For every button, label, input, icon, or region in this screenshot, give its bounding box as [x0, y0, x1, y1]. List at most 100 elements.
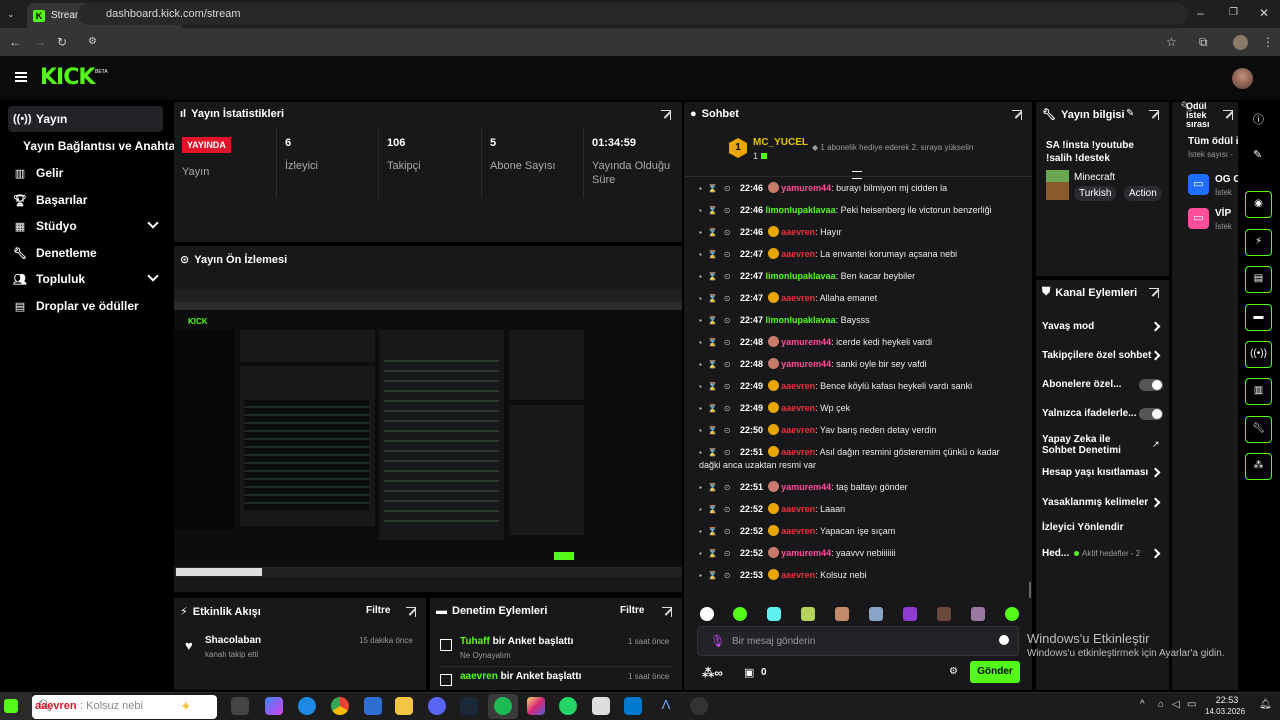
sidebar-item-studio[interactable]: ▦ Stüdyo — [8, 213, 163, 239]
spotify-icon[interactable] — [494, 697, 512, 715]
app-a-icon[interactable]: Λ — [657, 697, 675, 715]
emote-bird-icon[interactable] — [869, 607, 883, 621]
kick-logo[interactable]: KICK — [40, 65, 95, 91]
mod-tools-icon[interactable]: ▪⌛⊙ — [699, 446, 737, 459]
popout-icon[interactable] — [1223, 110, 1233, 120]
chat-username[interactable]: yamurem44 — [781, 482, 831, 492]
emote-cat-icon[interactable] — [767, 607, 781, 621]
stream-preview-video[interactable]: KICK — [174, 290, 682, 577]
sidebar-item-moderation[interactable]: 🔧︎ Denetleme — [8, 240, 163, 266]
chat-username[interactable]: aaevren — [781, 526, 815, 536]
forward-icon[interactable]: → — [34, 35, 46, 49]
mod-tools-icon[interactable]: ▪⌛⊙ — [699, 525, 737, 538]
mod-tools-icon[interactable]: ▪⌛⊙ — [699, 402, 737, 415]
browser-menu-icon[interactable]: ⋮ — [1262, 35, 1274, 49]
mod-tools-icon[interactable]: ▪⌛⊙ — [699, 336, 737, 349]
rail-camera-button[interactable]: ◉ — [1245, 191, 1272, 218]
emote-beard-icon[interactable] — [937, 607, 951, 621]
obs-icon[interactable] — [690, 697, 708, 715]
emote-face-icon[interactable] — [801, 607, 815, 621]
all-rewards-label[interactable]: Tüm ödül i — [1188, 136, 1238, 147]
gift-box-icon[interactable]: ▣ — [744, 666, 754, 679]
taskbar-search-box[interactable]: 🔍︎ aaevren : Kolsuz nebi ✦ — [32, 695, 217, 719]
taskbar-notification[interactable] — [0, 692, 32, 720]
hamburger-menu-icon[interactable] — [15, 72, 27, 82]
sidebar-item-drops[interactable]: ▤ Droplar ve ödüller — [8, 293, 163, 319]
task-view-icon[interactable] — [231, 697, 249, 715]
edge-icon[interactable] — [298, 697, 316, 715]
viewer-redirect-item[interactable]: İzleyici Yönlendir — [1042, 522, 1164, 533]
points-infinite-icon[interactable]: ⁂∞ — [702, 666, 723, 680]
rail-wrench-button[interactable]: 🔧︎ — [1245, 416, 1272, 443]
rail-bolt-button[interactable]: ⚡︎ — [1245, 229, 1272, 256]
mod-tools-icon[interactable]: ▪⌛⊙ — [699, 292, 737, 305]
chat-username[interactable]: aaevren — [781, 381, 815, 391]
close-window-icon[interactable]: ✕ — [1259, 6, 1269, 20]
reward-label[interactable]: VİP — [1215, 208, 1231, 219]
chat-username[interactable]: yamurem44 — [781, 359, 831, 369]
mod-tools-icon[interactable]: ▪⌛⊙ — [699, 569, 737, 582]
url-field[interactable]: dashboard.kick.com/stream — [78, 3, 1188, 25]
chat-username[interactable]: aaevren — [781, 403, 815, 413]
chat-username[interactable]: limonlupaklavaa — [766, 271, 836, 281]
tab-list-icon[interactable]: ⌄ — [7, 7, 15, 21]
reload-icon[interactable]: ↻ — [57, 35, 67, 49]
notepad-icon[interactable] — [592, 697, 610, 715]
slow-mode-item[interactable]: Yavaş mod — [1042, 321, 1164, 332]
popout-icon[interactable] — [1149, 288, 1159, 298]
mail-icon[interactable] — [364, 697, 382, 715]
mod-tools-icon[interactable]: ▪⌛⊙ — [699, 503, 737, 516]
chat-username[interactable]: yamurem44 — [781, 548, 831, 558]
reward-label[interactable]: OG C — [1215, 174, 1238, 185]
chat-username[interactable]: aaevren — [781, 293, 815, 303]
mod-tools-icon[interactable]: ▪⌛⊙ — [699, 380, 737, 393]
activity-user[interactable]: Shacolaban — [205, 635, 261, 646]
restore-icon[interactable]: ❐ — [1229, 6, 1238, 20]
chat-username[interactable]: aaevren — [781, 249, 815, 259]
rail-chat-button[interactable]: ▬ — [1245, 304, 1272, 331]
emote-green-icon[interactable] — [733, 607, 747, 621]
tray-network-icon[interactable]: ⌂ — [1158, 699, 1164, 710]
mod-user[interactable]: aaevren — [460, 671, 498, 682]
sidebar-item-revenue[interactable]: ▥ Gelir — [8, 160, 163, 186]
clock-date[interactable]: 14.03.2026 — [1205, 707, 1245, 716]
chat-username[interactable]: aaevren — [781, 447, 815, 457]
sidebar-item-achievements[interactable]: 🏆︎ Başarılar — [8, 187, 163, 213]
rail-moderation-button[interactable]: ▥ — [1245, 378, 1272, 405]
mod-tools-icon[interactable]: ▪⌛⊙ — [699, 424, 737, 437]
minimize-icon[interactable]: – — [1197, 6, 1204, 20]
mod-tools-icon[interactable]: ▪⌛⊙ — [699, 226, 737, 239]
mod-tools-icon[interactable]: ▪⌛⊙ — [699, 481, 737, 494]
filter-button[interactable]: Filtre — [366, 605, 390, 616]
pinned-user[interactable]: MC_YUCEL — [753, 137, 808, 148]
mod-user[interactable]: Tuhaff — [460, 636, 490, 647]
whatsapp-icon[interactable] — [559, 697, 577, 715]
emotes-only-toggle[interactable] — [1139, 408, 1163, 420]
steam-icon[interactable] — [460, 697, 478, 715]
bookmark-star-icon[interactable]: ☆ — [1166, 35, 1177, 49]
profile-avatar[interactable] — [1233, 35, 1248, 50]
tray-battery-icon[interactable]: ▭ — [1187, 699, 1196, 710]
rail-users-button[interactable]: ⁂ — [1245, 453, 1272, 480]
mod-tools-icon[interactable]: ▪⌛⊙ — [699, 204, 737, 217]
chat-username[interactable]: yamurem44 — [781, 183, 831, 193]
mod-tools-icon[interactable]: ▪⌛⊙ — [699, 314, 737, 327]
notifications-icon[interactable]: 🔔︎ — [1259, 699, 1272, 710]
followers-only-item[interactable]: Takipçilere özel sohbet — [1042, 350, 1164, 361]
mod-tools-icon[interactable]: ▪⌛⊙ — [699, 270, 737, 283]
clock-time[interactable]: 22:53 — [1212, 695, 1242, 705]
popout-icon[interactable] — [406, 607, 416, 617]
rail-broadcast-button[interactable]: ((•)) — [1245, 341, 1272, 368]
mod-tools-icon[interactable]: ▪⌛⊙ — [699, 248, 737, 261]
vscode-icon[interactable] — [624, 697, 642, 715]
chat-username[interactable]: limonlupaklavaa — [766, 205, 836, 215]
sidebar-item-community[interactable]: 👥︎ Topluluk — [8, 266, 163, 292]
tray-chevron-icon[interactable]: ^ — [1140, 699, 1145, 710]
edit-icon[interactable]: ✎ — [1126, 108, 1134, 119]
popout-icon[interactable] — [1012, 110, 1022, 120]
chat-input[interactable]: 🎙︎ Bir mesaj gönderin — [697, 626, 1019, 656]
chat-username[interactable]: limonlupaklavaa — [766, 315, 836, 325]
send-button[interactable]: Gönder — [970, 661, 1020, 683]
mic-icon[interactable]: 🎙︎ — [710, 634, 725, 648]
sidebar-item-stream[interactable]: ((•)) Yayın — [8, 106, 163, 132]
